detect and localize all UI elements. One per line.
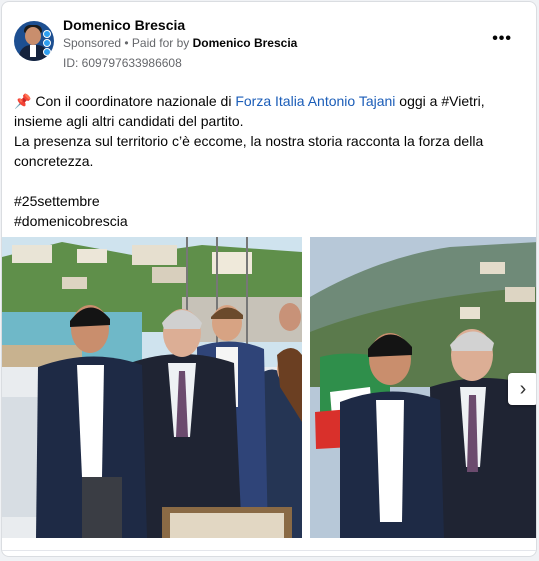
- sponsored-line: Sponsored • Paid for by Domenico Brescia: [63, 36, 297, 50]
- post-text-line: La presenza sul territorio c’è eccome, l…: [14, 133, 484, 169]
- sponsored-label: Sponsored: [63, 36, 122, 50]
- paid-for-prefix: • Paid for by: [121, 36, 193, 50]
- ad-id: ID: 609797633986608: [63, 56, 182, 70]
- carousel-photo-2[interactable]: [310, 237, 536, 538]
- avatar[interactable]: [14, 21, 54, 61]
- carousel-next-button[interactable]: ›: [508, 373, 536, 405]
- pin-icon: 📌: [14, 93, 32, 109]
- ad-post-card: Domenico Brescia Sponsored • Paid for by…: [1, 1, 537, 557]
- paid-by-name[interactable]: Domenico Brescia: [193, 36, 298, 50]
- photo-illustration: [2, 237, 302, 538]
- tagged-link[interactable]: Forza Italia Antonio Tajani: [235, 93, 395, 109]
- chevron-right-icon: ›: [519, 377, 527, 400]
- post-text-line: insieme agli altri candidati del partito…: [14, 113, 244, 129]
- post-text-segment: oggi a #Vietri,: [395, 93, 485, 109]
- more-options-icon[interactable]: •••: [492, 30, 512, 48]
- post-text-segment: Con il coordinatore nazionale di: [31, 93, 236, 109]
- author-name[interactable]: Domenico Brescia: [63, 17, 185, 33]
- post-text: 📌 Con il coordinatore nazionale di Forza…: [14, 91, 514, 231]
- hashtag[interactable]: #25settembre: [14, 191, 514, 211]
- photo-illustration: [310, 237, 536, 538]
- divider: [2, 550, 536, 551]
- hashtag[interactable]: #domenicobrescia: [14, 211, 514, 231]
- carousel-photo-1[interactable]: [2, 237, 302, 538]
